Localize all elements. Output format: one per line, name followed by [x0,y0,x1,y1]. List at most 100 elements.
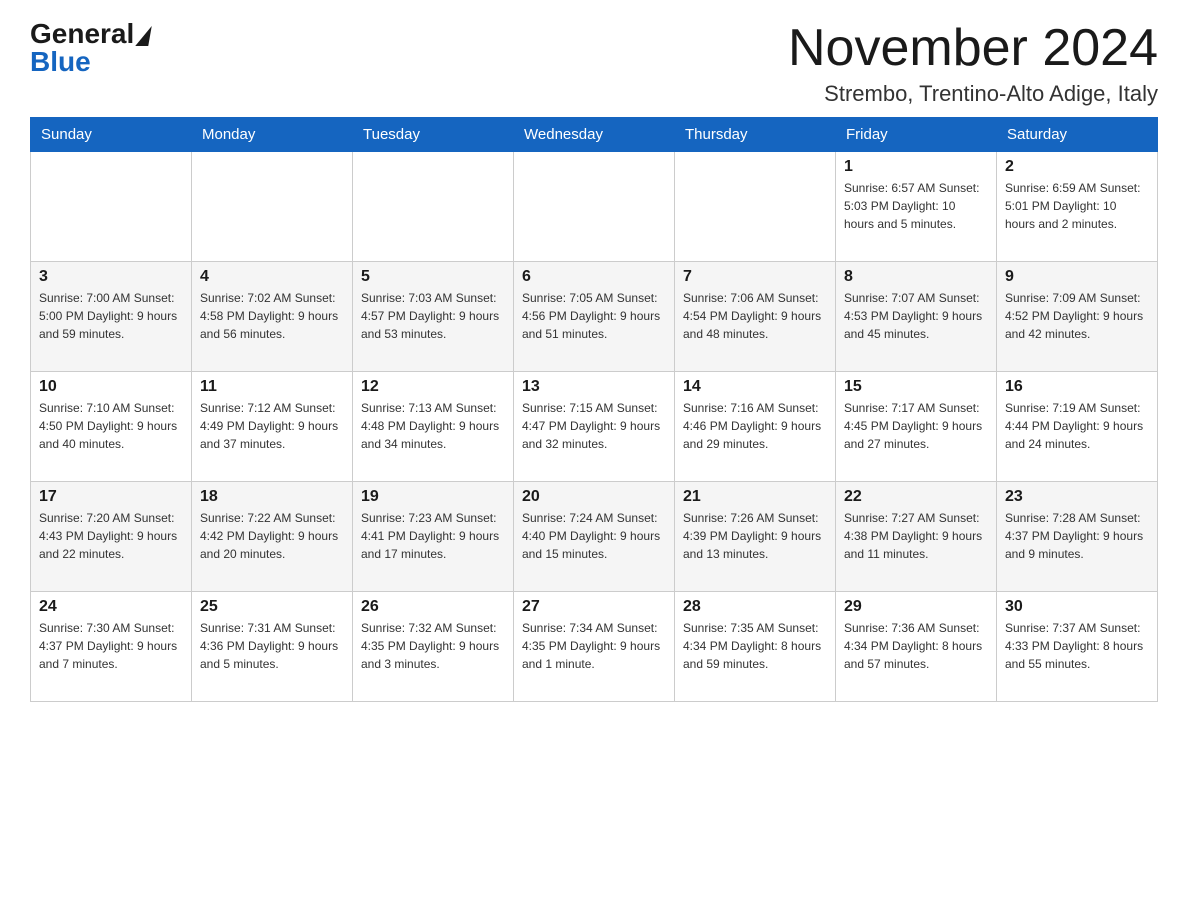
calendar-cell: 26 Sunrise: 7:32 AM Sunset: 4:35 PM Dayli… [353,592,514,702]
calendar-cell: 4 Sunrise: 7:02 AM Sunset: 4:58 PM Daylig… [192,262,353,372]
week-row-2: 3 Sunrise: 7:00 AM Sunset: 5:00 PM Daylig… [31,262,1158,372]
header-thursday: Thursday [675,118,836,152]
week-row-1: 1Sunrise: 6:57 AM Sunset: 5:03 PM Daylig… [31,152,1158,262]
calendar-cell: 19 Sunrise: 7:23 AM Sunset: 4:41 PM Dayli… [353,482,514,592]
header-wednesday: Wednesday [514,118,675,152]
calendar-cell: 20 Sunrise: 7:24 AM Sunset: 4:40 PM Dayli… [514,482,675,592]
day-number: 12 [361,378,505,396]
day-number: 20 [522,488,666,506]
day-number: 9 [1005,268,1149,286]
week-row-3: 10 Sunrise: 7:10 AM Sunset: 4:50 PM Dayli… [31,372,1158,482]
day-info: Sunrise: 7:23 AM Sunset: 4:41 PM Dayligh… [361,509,505,563]
day-info: Sunrise: 7:16 AM Sunset: 4:46 PM Dayligh… [683,399,827,453]
day-info: Sunrise: 7:09 AM Sunset: 4:52 PM Dayligh… [1005,289,1149,343]
day-number: 28 [683,598,827,616]
day-info: Sunrise: 6:59 AM Sunset: 5:01 PM Dayligh… [1005,179,1149,233]
calendar-cell: 22Sunrise: 7:27 AM Sunset: 4:38 PM Dayli… [836,482,997,592]
logo-blue-text: Blue [30,48,91,76]
calendar-cell: 10 Sunrise: 7:10 AM Sunset: 4:50 PM Dayli… [31,372,192,482]
calendar-cell: 18Sunrise: 7:22 AM Sunset: 4:42 PM Dayli… [192,482,353,592]
day-number: 25 [200,598,344,616]
day-info: Sunrise: 7:02 AM Sunset: 4:58 PM Dayligh… [200,289,344,343]
day-number: 14 [683,378,827,396]
day-info: Sunrise: 7:15 AM Sunset: 4:47 PM Dayligh… [522,399,666,453]
day-number: 26 [361,598,505,616]
day-info: Sunrise: 7:12 AM Sunset: 4:49 PM Dayligh… [200,399,344,453]
calendar-cell: 16 Sunrise: 7:19 AM Sunset: 4:44 PM Dayli… [997,372,1158,482]
day-number: 6 [522,268,666,286]
day-number: 5 [361,268,505,286]
calendar-cell: 11 Sunrise: 7:12 AM Sunset: 4:49 PM Dayli… [192,372,353,482]
day-info: Sunrise: 7:36 AM Sunset: 4:34 PM Dayligh… [844,619,988,673]
calendar-cell [675,152,836,262]
month-title: November 2024 [788,20,1158,77]
calendar-cell: 6 Sunrise: 7:05 AM Sunset: 4:56 PM Daylig… [514,262,675,372]
day-info: Sunrise: 7:32 AM Sunset: 4:35 PM Dayligh… [361,619,505,673]
day-info: Sunrise: 7:06 AM Sunset: 4:54 PM Dayligh… [683,289,827,343]
day-number: 11 [200,378,344,396]
day-number: 19 [361,488,505,506]
day-info: Sunrise: 7:22 AM Sunset: 4:42 PM Dayligh… [200,509,344,563]
title-section: November 2024 Strembo, Trentino-Alto Adi… [788,20,1158,107]
week-row-4: 17 Sunrise: 7:20 AM Sunset: 4:43 PM Dayli… [31,482,1158,592]
day-info: Sunrise: 7:19 AM Sunset: 4:44 PM Dayligh… [1005,399,1149,453]
day-number: 17 [39,488,183,506]
day-info: Sunrise: 7:26 AM Sunset: 4:39 PM Dayligh… [683,509,827,563]
page-header: General Blue November 2024 Strembo, Tren… [30,20,1158,107]
calendar-cell: 21Sunrise: 7:26 AM Sunset: 4:39 PM Dayli… [675,482,836,592]
day-info: Sunrise: 7:05 AM Sunset: 4:56 PM Dayligh… [522,289,666,343]
day-number: 10 [39,378,183,396]
week-row-5: 24 Sunrise: 7:30 AM Sunset: 4:37 PM Dayli… [31,592,1158,702]
day-info: Sunrise: 7:31 AM Sunset: 4:36 PM Dayligh… [200,619,344,673]
calendar-cell: 2Sunrise: 6:59 AM Sunset: 5:01 PM Daylig… [997,152,1158,262]
day-number: 29 [844,598,988,616]
day-info: Sunrise: 7:30 AM Sunset: 4:37 PM Dayligh… [39,619,183,673]
calendar-cell: 7 Sunrise: 7:06 AM Sunset: 4:54 PM Daylig… [675,262,836,372]
calendar-cell [31,152,192,262]
day-info: Sunrise: 7:20 AM Sunset: 4:43 PM Dayligh… [39,509,183,563]
day-info: Sunrise: 7:13 AM Sunset: 4:48 PM Dayligh… [361,399,505,453]
day-number: 7 [683,268,827,286]
day-info: Sunrise: 7:28 AM Sunset: 4:37 PM Dayligh… [1005,509,1149,563]
header-saturday: Saturday [997,118,1158,152]
day-info: Sunrise: 7:35 AM Sunset: 4:34 PM Dayligh… [683,619,827,673]
day-number: 13 [522,378,666,396]
calendar-cell: 15 Sunrise: 7:17 AM Sunset: 4:45 PM Dayli… [836,372,997,482]
day-info: Sunrise: 7:07 AM Sunset: 4:53 PM Dayligh… [844,289,988,343]
calendar-header-row: Sunday Monday Tuesday Wednesday Thursday… [31,118,1158,152]
day-number: 23 [1005,488,1149,506]
day-number: 30 [1005,598,1149,616]
day-info: Sunrise: 7:10 AM Sunset: 4:50 PM Dayligh… [39,399,183,453]
day-number: 3 [39,268,183,286]
calendar-cell: 30 Sunrise: 7:37 AM Sunset: 4:33 PM Dayli… [997,592,1158,702]
day-number: 4 [200,268,344,286]
calendar-cell: 3 Sunrise: 7:00 AM Sunset: 5:00 PM Daylig… [31,262,192,372]
calendar-cell: 14 Sunrise: 7:16 AM Sunset: 4:46 PM Dayli… [675,372,836,482]
location-text: Strembo, Trentino-Alto Adige, Italy [788,81,1158,107]
calendar-cell: 17 Sunrise: 7:20 AM Sunset: 4:43 PM Dayli… [31,482,192,592]
day-info: Sunrise: 7:17 AM Sunset: 4:45 PM Dayligh… [844,399,988,453]
calendar-cell [353,152,514,262]
logo: General Blue [30,20,150,76]
header-sunday: Sunday [31,118,192,152]
day-number: 15 [844,378,988,396]
day-info: Sunrise: 7:37 AM Sunset: 4:33 PM Dayligh… [1005,619,1149,673]
calendar-cell [514,152,675,262]
day-info: Sunrise: 7:27 AM Sunset: 4:38 PM Dayligh… [844,509,988,563]
calendar-cell: 12 Sunrise: 7:13 AM Sunset: 4:48 PM Dayli… [353,372,514,482]
day-info: Sunrise: 7:24 AM Sunset: 4:40 PM Dayligh… [522,509,666,563]
header-monday: Monday [192,118,353,152]
day-number: 16 [1005,378,1149,396]
calendar-cell: 1Sunrise: 6:57 AM Sunset: 5:03 PM Daylig… [836,152,997,262]
day-info: Sunrise: 6:57 AM Sunset: 5:03 PM Dayligh… [844,179,988,233]
calendar-cell: 23 Sunrise: 7:28 AM Sunset: 4:37 PM Dayli… [997,482,1158,592]
header-friday: Friday [836,118,997,152]
day-info: Sunrise: 7:34 AM Sunset: 4:35 PM Dayligh… [522,619,666,673]
day-number: 24 [39,598,183,616]
calendar-cell: 27Sunrise: 7:34 AM Sunset: 4:35 PM Dayli… [514,592,675,702]
day-number: 8 [844,268,988,286]
header-tuesday: Tuesday [353,118,514,152]
day-info: Sunrise: 7:00 AM Sunset: 5:00 PM Dayligh… [39,289,183,343]
logo-general-text: General [30,20,150,48]
calendar-cell: 5Sunrise: 7:03 AM Sunset: 4:57 PM Daylig… [353,262,514,372]
